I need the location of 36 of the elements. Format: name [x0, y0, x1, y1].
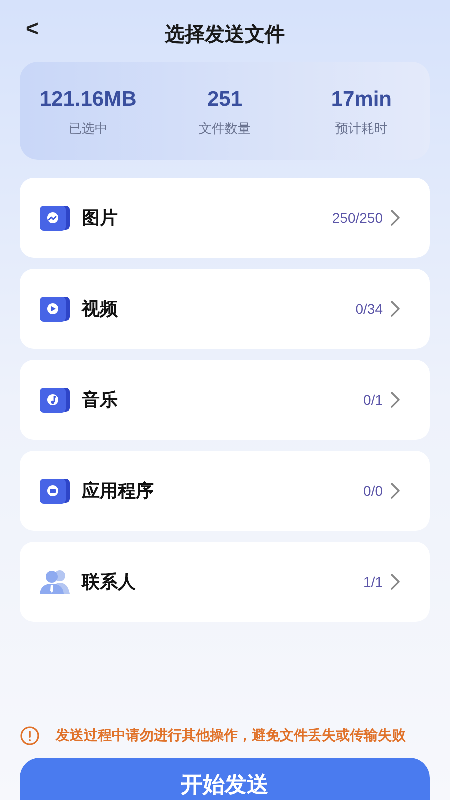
page-title: 选择发送文件	[165, 22, 285, 48]
stat-value: 121.16MB	[40, 86, 137, 112]
warning-icon	[20, 726, 40, 746]
stat-label: 预计耗时	[336, 120, 388, 138]
selected-count: 0/1	[364, 390, 383, 410]
app-icon	[40, 478, 70, 504]
music-note-icon	[40, 387, 70, 413]
stat-value: 17min	[331, 86, 392, 112]
category-name: 应用程序	[82, 480, 155, 502]
category-row[interactable]: 应用程序 0/0	[20, 451, 430, 531]
chevron-right-icon	[391, 392, 400, 408]
category-name: 图片	[82, 206, 119, 230]
category-row[interactable]: 联系人 1/1	[20, 542, 430, 622]
start-send-button[interactable]: 开始发送	[20, 758, 430, 800]
stat-label: 已选中	[68, 120, 108, 138]
selected-count: 0/34	[356, 300, 383, 318]
category-name: 联系人	[82, 570, 137, 594]
selected-count: 0/0	[364, 482, 383, 500]
selected-count: 250/250	[332, 208, 383, 228]
people-icon	[40, 569, 70, 595]
selected-count: 1/1	[364, 572, 383, 592]
chevron-right-icon	[391, 210, 400, 226]
chevron-right-icon	[391, 483, 400, 499]
photo-icon	[40, 205, 70, 231]
category-name: 视频	[82, 298, 119, 320]
stat-label: 文件数量	[198, 120, 251, 138]
category-name: 音乐	[82, 388, 119, 412]
category-row[interactable]: 图片 250/250	[20, 178, 430, 258]
warning-text: 发送过程中请勿进行其他操作，避免文件丢失或传输失败	[56, 726, 406, 745]
stat-value: 251	[207, 86, 243, 112]
chevron-right-icon	[391, 301, 400, 317]
category-row[interactable]: 视频 0/34	[20, 269, 430, 349]
category-row[interactable]: 音乐 0/1	[20, 360, 430, 440]
chevron-right-icon	[391, 574, 400, 590]
back-button[interactable]: <	[26, 18, 39, 40]
play-icon	[40, 296, 70, 322]
